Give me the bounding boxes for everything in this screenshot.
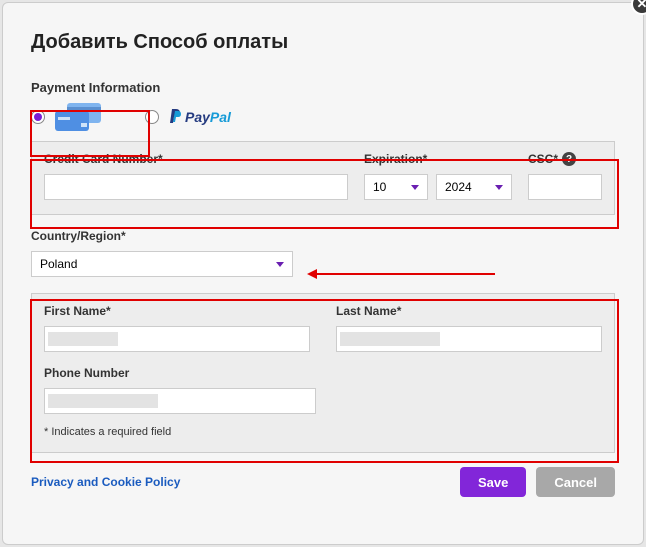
save-button[interactable]: Save [460,467,526,497]
close-button[interactable]: ✕ [631,0,646,15]
section-heading: Payment Information [31,80,615,95]
chevron-down-icon [411,185,419,190]
credit-cards-icon [55,103,105,131]
paypal-logo: PayPal [169,107,235,127]
modal-footer: Privacy and Cookie Policy Save Cancel [31,467,615,497]
cc-number-label: Credit Card Number* [44,152,348,166]
radio-paypal[interactable] [145,110,159,124]
modal-title: Добавить Способ оплаты [31,31,615,54]
privacy-link[interactable]: Privacy and Cookie Policy [31,475,180,489]
csc-input[interactable] [528,174,602,200]
help-icon[interactable]: ? [562,152,576,166]
cc-number-input[interactable] [44,174,348,200]
first-name-label: First Name* [44,304,310,318]
chevron-down-icon [495,185,503,190]
exp-month-value: 10 [373,180,386,194]
add-payment-modal: ✕ Добавить Способ оплаты Payment Informa… [2,2,644,545]
csc-label: CSC* ? [528,152,602,166]
radio-card[interactable] [31,110,45,124]
expiration-label: Expiration* [364,152,512,166]
csc-label-text: CSC* [528,152,558,166]
phone-label: Phone Number [44,366,316,380]
person-details-panel: First Name* Last Name* Phone Number [31,293,615,453]
payment-method-row: PayPal [31,103,615,141]
country-value: Poland [40,257,77,271]
close-icon: ✕ [637,0,646,12]
redacted-block [48,394,158,408]
country-label: Country/Region* [31,229,615,243]
exp-year-select[interactable]: 2024 [436,174,512,200]
svg-text:PayPal: PayPal [185,109,232,125]
exp-month-select[interactable]: 10 [364,174,428,200]
card-details-panel: Credit Card Number* Expiration* 10 2024 [31,141,615,215]
exp-year-value: 2024 [445,180,472,194]
cancel-button[interactable]: Cancel [536,467,615,497]
chevron-down-icon [276,262,284,267]
country-select[interactable]: Poland [31,251,293,277]
redacted-block [340,332,440,346]
redacted-block [48,332,118,346]
radio-selected-icon [34,113,42,121]
required-note: * Indicates a required field [44,426,602,438]
method-paypal-option[interactable]: PayPal [145,107,235,127]
last-name-label: Last Name* [336,304,602,318]
method-card-option[interactable] [31,103,105,131]
